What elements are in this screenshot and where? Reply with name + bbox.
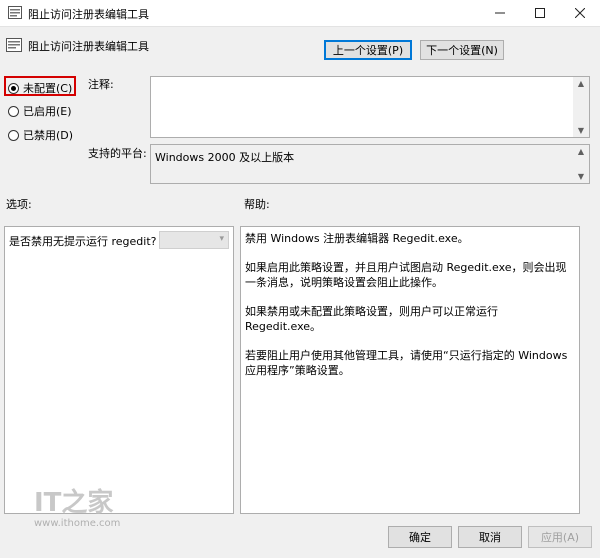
radio-label: 未配置(C)	[23, 82, 73, 95]
radio-indicator	[8, 105, 19, 117]
chevron-down-icon: ▾	[219, 234, 224, 244]
comment-scrollbar[interactable]: ▲ ▼	[573, 77, 589, 137]
previous-setting-button[interactable]: 上一个设置(P)	[324, 40, 412, 60]
comment-textarea[interactable]: ▲ ▼	[150, 76, 590, 138]
help-panel: 禁用 Windows 注册表编辑器 Regedit.exe。 如果启用此策略设置…	[240, 226, 580, 514]
help-paragraph: 如果启用此策略设置，并且用户试图启动 Regedit.exe，则会出现一条消息，…	[245, 261, 567, 289]
policy-name: 阻止访问注册表编辑工具	[28, 40, 149, 53]
platform-field: Windows 2000 及以上版本 ▲ ▼	[150, 144, 590, 184]
radio-label: 已禁用(D)	[23, 129, 74, 142]
option-label: 是否禁用无提示运行 regedit?	[9, 235, 157, 248]
options-label: 选项:	[6, 198, 32, 211]
policy-setting-icon	[6, 38, 22, 52]
window-title: 阻止访问注册表编辑工具	[28, 8, 149, 21]
close-button[interactable]	[560, 0, 600, 26]
radio-enabled[interactable]: 已启用(E)	[8, 103, 72, 119]
options-panel: 是否禁用无提示运行 regedit? ▾	[4, 226, 234, 514]
help-label: 帮助:	[244, 198, 270, 211]
regedit-dropdown[interactable]: ▾	[159, 231, 229, 249]
ithome-logo: IT之家	[34, 488, 114, 518]
radio-label: 已启用(E)	[23, 105, 72, 118]
radio-not-configured[interactable]: 未配置(C)	[8, 80, 72, 96]
maximize-icon	[535, 8, 545, 18]
radio-indicator	[8, 129, 19, 141]
radio-disabled[interactable]: 已禁用(D)	[8, 127, 73, 143]
scroll-up-icon: ▲	[577, 147, 585, 156]
cancel-button[interactable]: 取消	[458, 526, 522, 548]
scroll-up-icon: ▲	[577, 79, 585, 88]
policy-icon	[8, 6, 22, 19]
minimize-icon	[495, 12, 505, 14]
scroll-down-icon: ▼	[577, 172, 585, 181]
apply-button[interactable]: 应用(A)	[528, 526, 592, 548]
ok-button[interactable]: 确定	[388, 526, 452, 548]
maximize-button[interactable]	[520, 0, 560, 26]
scroll-down-icon: ▼	[577, 126, 585, 135]
help-paragraph: 若要阻止用户使用其他管理工具，请使用“只运行指定的 Windows 应用程序”策…	[245, 349, 568, 377]
help-paragraph: 如果禁用或未配置此策略设置，则用户可以正常运行 Regedit.exe。	[245, 305, 498, 333]
comment-label: 注释:	[88, 78, 114, 91]
next-setting-button[interactable]: 下一个设置(N)	[420, 40, 504, 60]
platform-value: Windows 2000 及以上版本	[155, 151, 295, 164]
platform-scrollbar[interactable]: ▲ ▼	[573, 145, 589, 183]
close-icon	[575, 8, 585, 18]
ithome-url: www.ithome.com	[34, 518, 121, 529]
title-bar: 阻止访问注册表编辑工具	[0, 0, 600, 27]
minimize-button[interactable]	[480, 0, 520, 26]
help-paragraph: 禁用 Windows 注册表编辑器 Regedit.exe。	[245, 232, 469, 245]
radio-selected-indicator	[8, 82, 19, 94]
platform-label: 支持的平台:	[88, 147, 147, 160]
